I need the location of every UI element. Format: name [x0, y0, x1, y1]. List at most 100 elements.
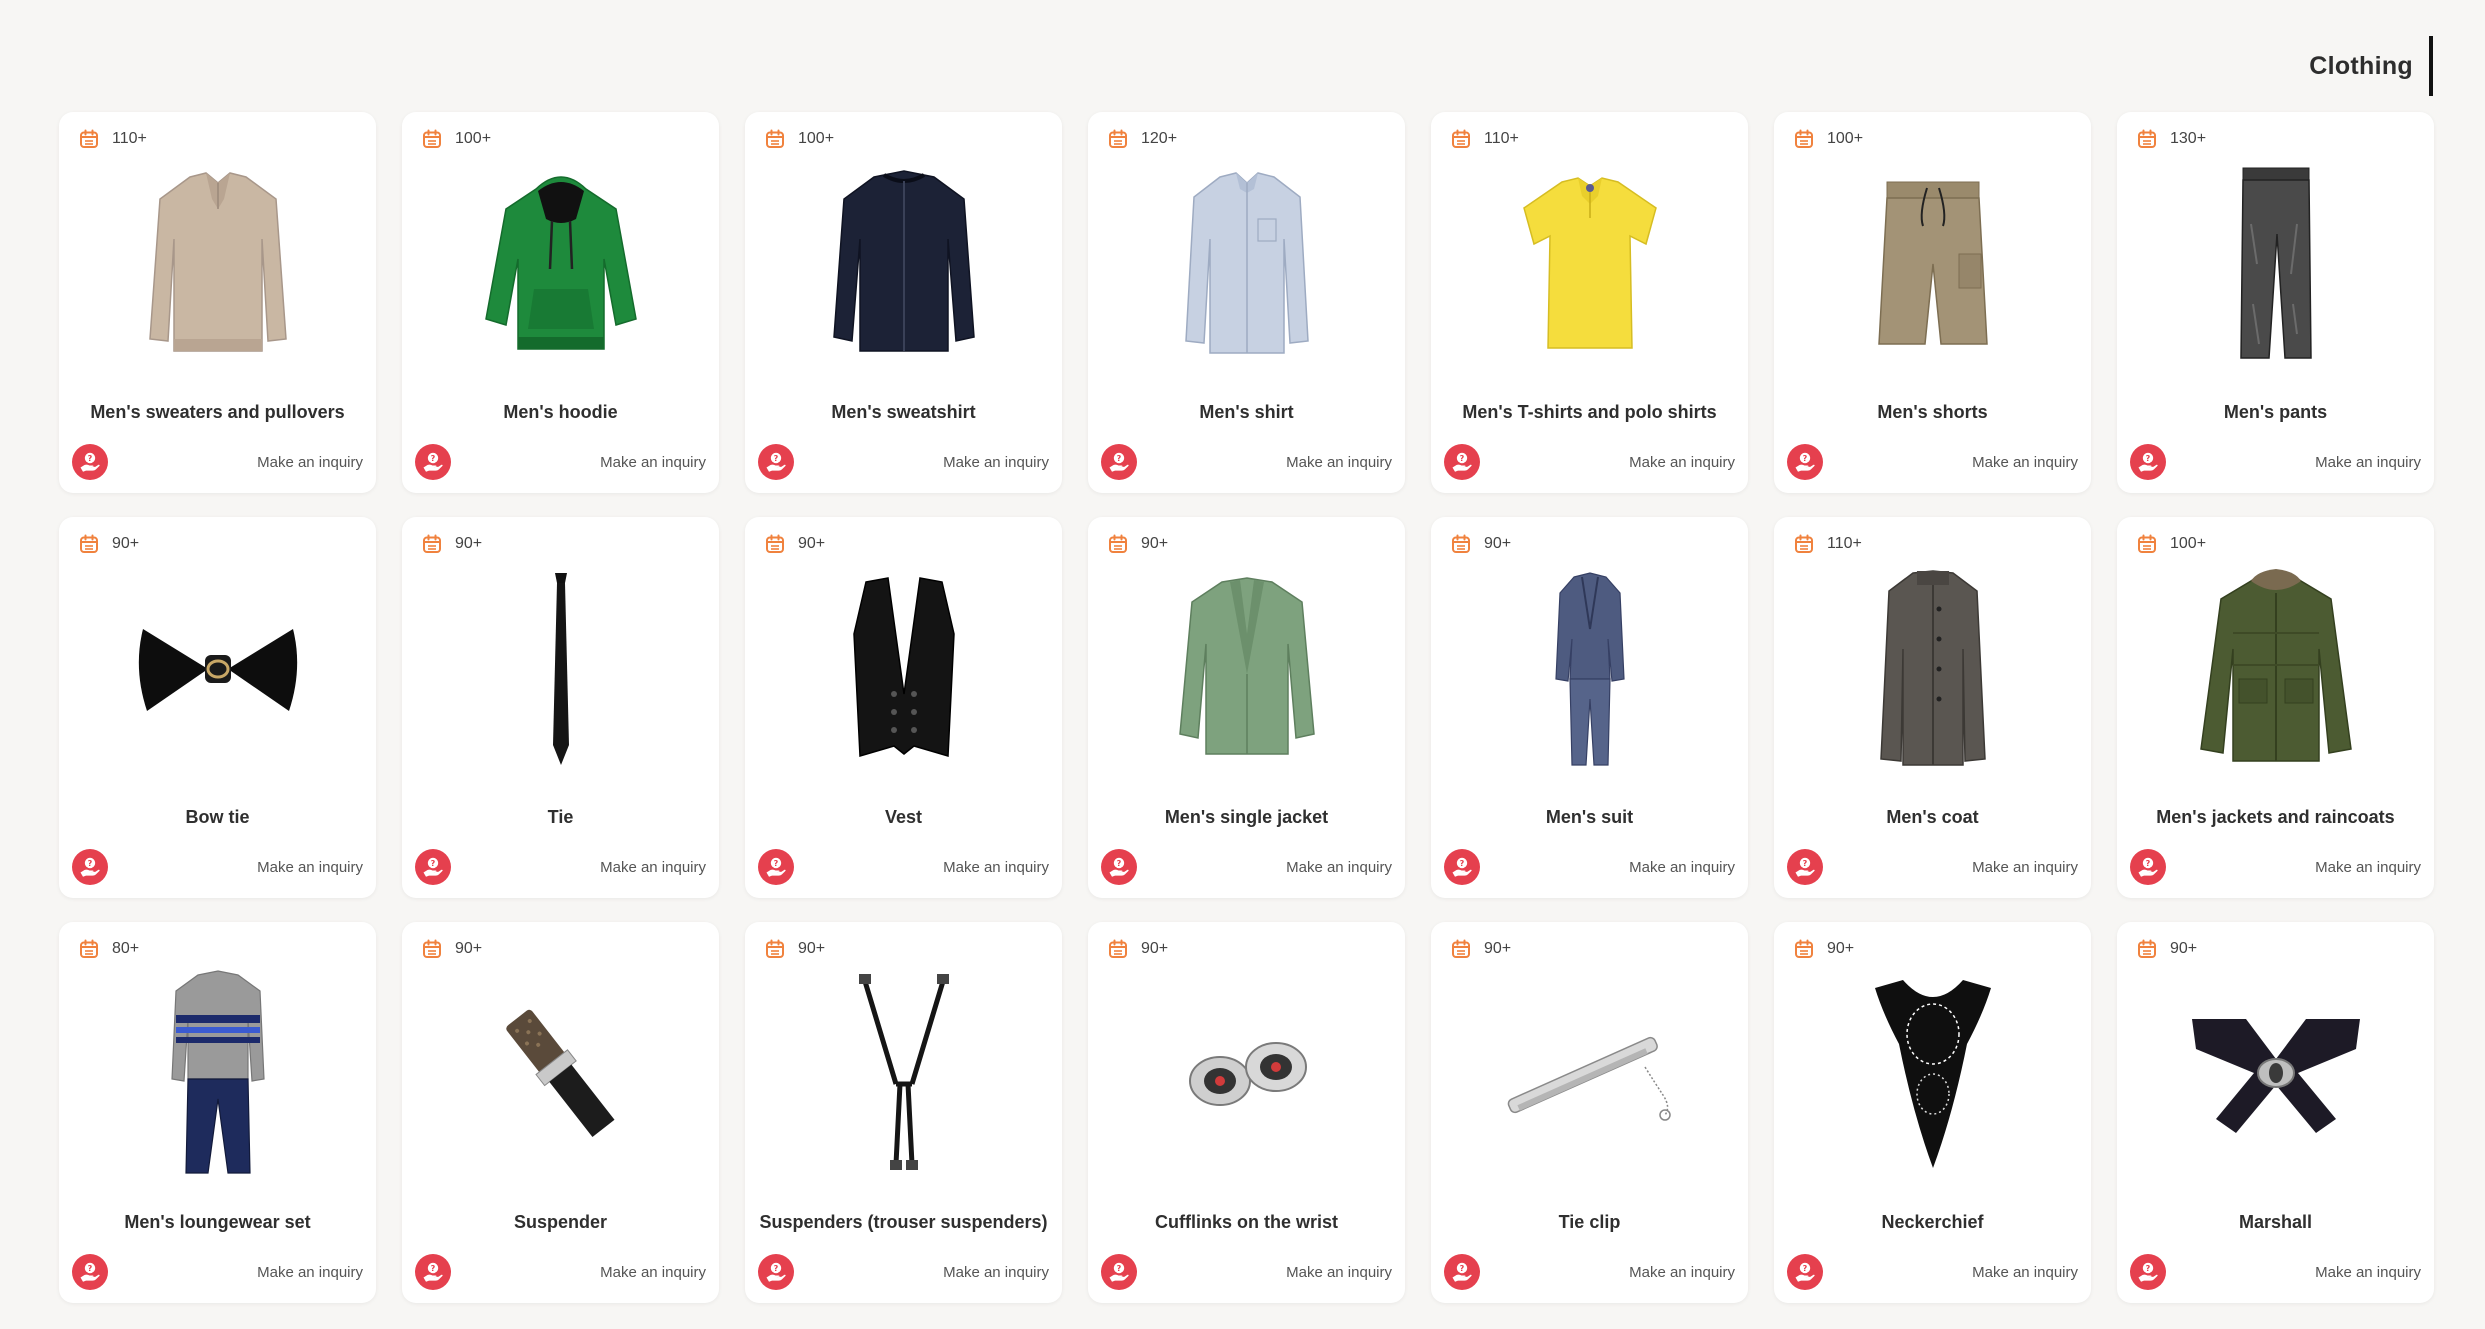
lounge-image[interactable] [59, 970, 376, 1174]
category-name[interactable]: Vest [753, 807, 1054, 828]
category-name[interactable]: Men's loungewear set [67, 1212, 368, 1233]
category-card[interactable]: 90+ Men's single jacket ? Make an inquir… [1088, 517, 1405, 898]
category-card[interactable]: 110+ Men's coat ? Make an inquiry [1774, 517, 2091, 898]
suspender-image[interactable] [402, 974, 719, 1174]
make-inquiry-link[interactable]: Make an inquiry [1286, 454, 1392, 471]
category-card[interactable]: 90+ Suspender ? Make an inquiry [402, 922, 719, 1303]
category-name[interactable]: Men's jackets and raincoats [2125, 807, 2426, 828]
category-card[interactable]: 90+ Suspenders (trouser suspenders) ? Ma… [745, 922, 1062, 1303]
tieclip-image[interactable] [1431, 974, 1748, 1174]
category-name[interactable]: Men's T-shirts and polo shirts [1439, 402, 1740, 423]
hand-question-icon[interactable]: ? [1444, 1254, 1480, 1290]
category-name[interactable]: Men's hoodie [410, 402, 711, 423]
neckerchief-image[interactable] [1774, 974, 2091, 1174]
category-name[interactable]: Men's sweatshirt [753, 402, 1054, 423]
category-card[interactable]: 90+ Cufflinks on the wrist ? Make an inq… [1088, 922, 1405, 1303]
jacket-image[interactable] [1088, 569, 1405, 769]
hand-question-icon[interactable]: ? [758, 444, 794, 480]
shorts-image[interactable] [1774, 164, 2091, 364]
tie-image[interactable] [402, 569, 719, 769]
category-name[interactable]: Men's sweaters and pullovers [67, 402, 368, 423]
category-card[interactable]: 100+ Men's jackets and raincoats ? Make … [2117, 517, 2434, 898]
sweatshirt-image[interactable] [745, 164, 1062, 364]
make-inquiry-link[interactable]: Make an inquiry [1286, 859, 1392, 876]
shirt-image[interactable] [1088, 164, 1405, 364]
category-card[interactable]: 100+ Men's shorts ? Make an inquiry [1774, 112, 2091, 493]
make-inquiry-link[interactable]: Make an inquiry [257, 454, 363, 471]
hand-question-icon[interactable]: ? [2130, 444, 2166, 480]
category-name[interactable]: Tie clip [1439, 1212, 1740, 1233]
make-inquiry-link[interactable]: Make an inquiry [257, 859, 363, 876]
make-inquiry-link[interactable]: Make an inquiry [257, 1264, 363, 1281]
hand-question-icon[interactable]: ? [1787, 444, 1823, 480]
make-inquiry-link[interactable]: Make an inquiry [1629, 1264, 1735, 1281]
hand-question-icon[interactable]: ? [1101, 849, 1137, 885]
hand-question-icon[interactable]: ? [1444, 849, 1480, 885]
parka-image[interactable] [2117, 569, 2434, 769]
category-name[interactable]: Men's coat [1782, 807, 2083, 828]
polo-image[interactable] [1431, 164, 1748, 364]
make-inquiry-link[interactable]: Make an inquiry [1286, 1264, 1392, 1281]
hand-question-icon[interactable]: ? [2130, 1254, 2166, 1290]
make-inquiry-link[interactable]: Make an inquiry [600, 454, 706, 471]
hand-question-icon[interactable]: ? [1787, 849, 1823, 885]
make-inquiry-link[interactable]: Make an inquiry [600, 1264, 706, 1281]
category-card[interactable]: 90+ Vest ? Make an inquiry [745, 517, 1062, 898]
category-name[interactable]: Men's pants [2125, 402, 2426, 423]
suspenders-image[interactable] [745, 974, 1062, 1174]
hand-question-icon[interactable]: ? [1101, 444, 1137, 480]
category-card[interactable]: 90+ Bow tie ? Make an inquiry [59, 517, 376, 898]
category-name[interactable]: Men's shirt [1096, 402, 1397, 423]
marshall-image[interactable] [2117, 974, 2434, 1174]
category-card[interactable]: 90+ Men's suit ? Make an inquiry [1431, 517, 1748, 898]
make-inquiry-link[interactable]: Make an inquiry [1972, 1264, 2078, 1281]
cufflinks-image[interactable] [1088, 974, 1405, 1174]
make-inquiry-link[interactable]: Make an inquiry [2315, 1264, 2421, 1281]
pants-image[interactable] [2117, 164, 2434, 364]
make-inquiry-link[interactable]: Make an inquiry [1972, 454, 2078, 471]
vest-image[interactable] [745, 569, 1062, 769]
sweater-image[interactable] [59, 164, 376, 364]
make-inquiry-link[interactable]: Make an inquiry [600, 859, 706, 876]
hand-question-icon[interactable]: ? [415, 849, 451, 885]
hand-question-icon[interactable]: ? [2130, 849, 2166, 885]
hoodie-image[interactable] [402, 164, 719, 364]
category-name[interactable]: Suspender [410, 1212, 711, 1233]
category-card[interactable]: 90+ Tie clip ? Make an inquiry [1431, 922, 1748, 1303]
category-card[interactable]: 100+ Men's hoodie ? Make an inquiry [402, 112, 719, 493]
category-name[interactable]: Men's single jacket [1096, 807, 1397, 828]
suit-image[interactable] [1431, 569, 1748, 769]
category-card[interactable]: 90+ Marshall ? Make an inquiry [2117, 922, 2434, 1303]
hand-question-icon[interactable]: ? [72, 444, 108, 480]
category-card[interactable]: 90+ Tie ? Make an inquiry [402, 517, 719, 898]
hand-question-icon[interactable]: ? [1787, 1254, 1823, 1290]
category-card[interactable]: 80+ Men's loungewear set ? Make an inqui… [59, 922, 376, 1303]
hand-question-icon[interactable]: ? [72, 849, 108, 885]
category-name[interactable]: Bow tie [67, 807, 368, 828]
category-name[interactable]: Men's shorts [1782, 402, 2083, 423]
category-card[interactable]: 100+ Men's sweatshirt ? Make an inquiry [745, 112, 1062, 493]
make-inquiry-link[interactable]: Make an inquiry [943, 1264, 1049, 1281]
make-inquiry-link[interactable]: Make an inquiry [1972, 859, 2078, 876]
make-inquiry-link[interactable]: Make an inquiry [2315, 454, 2421, 471]
hand-question-icon[interactable]: ? [72, 1254, 108, 1290]
category-card[interactable]: 110+ Men's sweaters and pullovers ? Make… [59, 112, 376, 493]
make-inquiry-link[interactable]: Make an inquiry [2315, 859, 2421, 876]
make-inquiry-link[interactable]: Make an inquiry [1629, 454, 1735, 471]
category-name[interactable]: Men's suit [1439, 807, 1740, 828]
category-name[interactable]: Cufflinks on the wrist [1096, 1212, 1397, 1233]
category-card[interactable]: 120+ Men's shirt ? Make an inquiry [1088, 112, 1405, 493]
make-inquiry-link[interactable]: Make an inquiry [943, 454, 1049, 471]
category-name[interactable]: Suspenders (trouser suspenders) [753, 1212, 1054, 1233]
category-card[interactable]: 90+ Neckerchief ? Make an inquiry [1774, 922, 2091, 1303]
make-inquiry-link[interactable]: Make an inquiry [1629, 859, 1735, 876]
category-card[interactable]: 110+ Men's T-shirts and polo shirts ? Ma… [1431, 112, 1748, 493]
category-name[interactable]: Tie [410, 807, 711, 828]
make-inquiry-link[interactable]: Make an inquiry [943, 859, 1049, 876]
category-name[interactable]: Marshall [2125, 1212, 2426, 1233]
hand-question-icon[interactable]: ? [415, 444, 451, 480]
coat-image[interactable] [1774, 569, 2091, 769]
hand-question-icon[interactable]: ? [758, 1254, 794, 1290]
category-name[interactable]: Neckerchief [1782, 1212, 2083, 1233]
hand-question-icon[interactable]: ? [758, 849, 794, 885]
